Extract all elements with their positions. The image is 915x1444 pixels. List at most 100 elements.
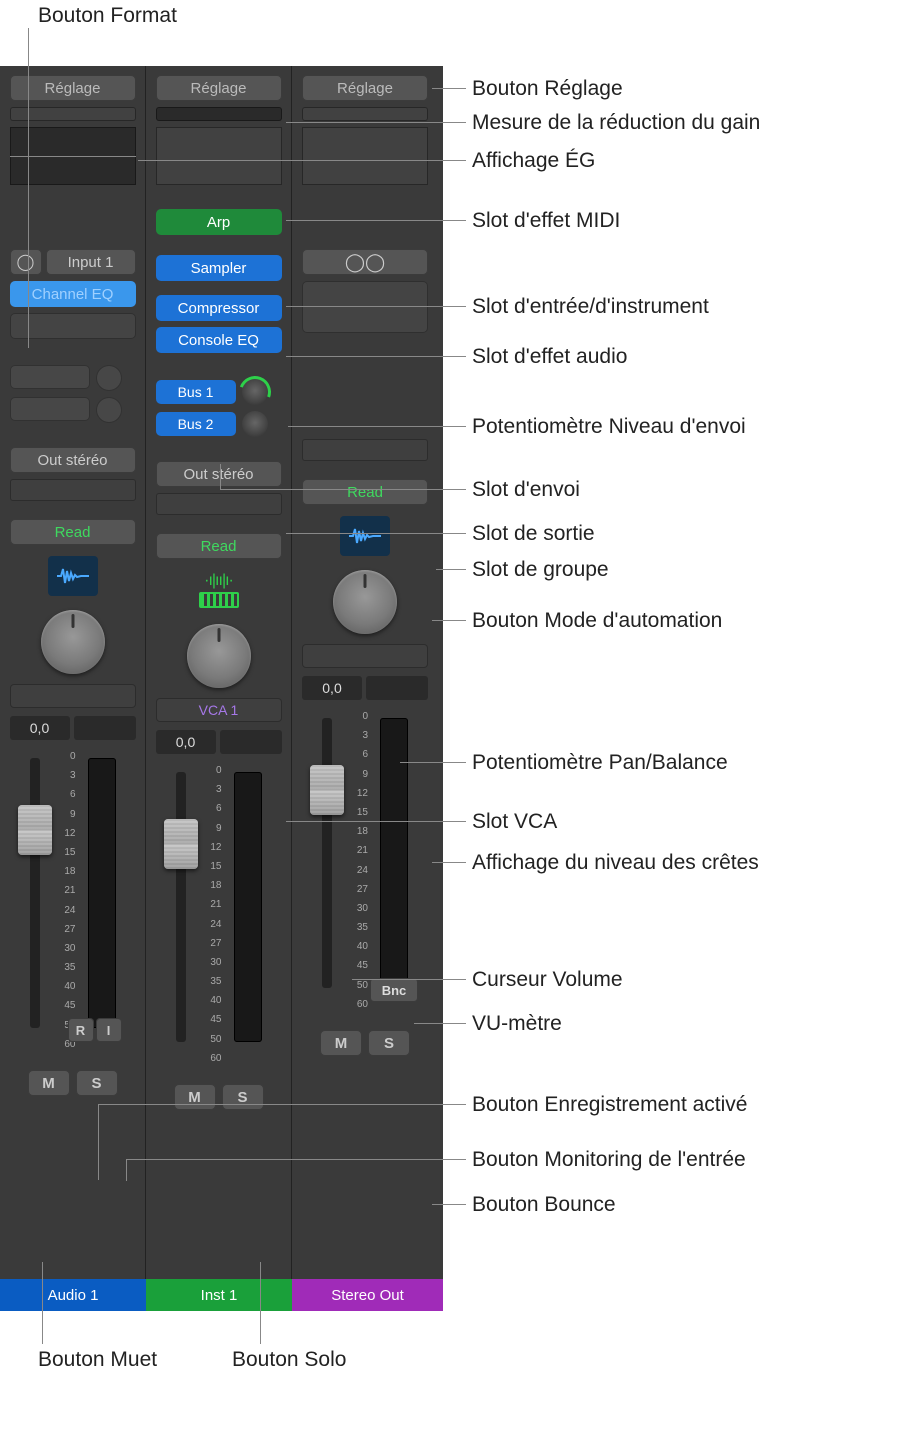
fader-section: 0369 12151821 24273035 40455060 R I [10,750,136,1040]
group-slot[interactable] [10,479,136,501]
input-monitor-button[interactable]: I [96,1018,122,1042]
group-slot[interactable] [156,493,282,515]
leader-line [288,426,466,427]
callout-eq: Affichage ÉG [472,149,595,173]
leader-line [432,88,466,89]
leader-line [400,762,466,763]
pan-knob[interactable] [187,624,251,688]
balance-knob[interactable] [333,570,397,634]
automation-mode-button[interactable]: Read [10,519,136,545]
leader-line [436,569,466,570]
leader-line [126,1159,466,1160]
stereo-format-button[interactable]: ◯◯ [302,249,428,275]
audio-fx-slot[interactable]: Compressor [156,295,282,321]
midi-fx-slot[interactable]: Arp [156,209,282,235]
callout-fader: Curseur Volume [472,968,623,992]
gain-reduction-meter [302,107,428,121]
audio-fx-slot[interactable]: Console EQ [156,327,282,353]
callout-reglage: Bouton Réglage [472,77,623,101]
solo-button[interactable]: S [76,1070,118,1096]
bounce-button[interactable]: Bnc [370,978,418,1002]
fader-section: 0369 12151821 24273035 40455060 [156,764,282,1054]
record-enable-button[interactable]: R [68,1018,94,1042]
leader-line [286,122,466,123]
leader-line [42,1262,43,1344]
format-button[interactable]: ◯ [10,249,42,275]
mixer-panel: Réglage ◯ Input 1 Channel EQ Out stéréo … [0,66,443,1311]
output-slot[interactable]: Out stéréo [10,447,136,473]
vca-slot[interactable] [302,644,428,668]
vca-slot[interactable]: VCA 1 [156,698,282,722]
input-slot[interactable]: Input 1 [46,249,136,275]
callout-send: Slot d'envoi [472,478,580,502]
volume-fader[interactable] [310,765,344,815]
send-level-knob[interactable] [242,379,268,405]
callout-mute: Bouton Muet [38,1348,157,1372]
send-slot[interactable]: Bus 2 [156,412,236,436]
peak-level-display: 0,0 [10,716,70,740]
fader-track [176,772,186,1042]
eq-display[interactable] [156,127,282,185]
send-knob-empty[interactable] [96,365,122,391]
instrument-slot[interactable]: Sampler [156,255,282,281]
track-name[interactable]: Inst 1 [146,1279,292,1311]
level-meter [380,718,408,988]
send-knob-empty[interactable] [96,397,122,423]
setting-button[interactable]: Réglage [302,75,428,101]
eq-display[interactable] [302,127,428,185]
send-slot-empty[interactable] [10,365,90,389]
automation-mode-button[interactable]: Read [302,479,428,505]
automation-mode-button[interactable]: Read [156,533,282,559]
mute-button[interactable]: M [174,1084,216,1110]
group-slot[interactable] [302,439,428,461]
callout-sendknob: Potentiomètre Niveau d'envoi [472,415,746,439]
leader-line [220,489,466,490]
channel-strip-inst1: Réglage Arp Sampler Compressor Console E… [146,66,292,1311]
peak-level-display: 0,0 [302,676,362,700]
send-slot[interactable]: Bus 1 [156,380,236,404]
callout-rec: Bouton Enregistrement activé [472,1093,747,1117]
callout-auto: Bouton Mode d'automation [472,608,722,634]
audio-fx-slot-empty[interactable] [302,281,428,333]
callout-midi: Slot d'effet MIDI [472,209,620,233]
setting-button[interactable]: Réglage [156,75,282,101]
mute-button[interactable]: M [320,1030,362,1056]
callout-fx: Slot d'effet audio [472,345,627,369]
leader-line [126,1159,127,1181]
solo-button[interactable]: S [368,1030,410,1056]
peak-level-clip[interactable] [366,676,428,700]
stereo-rings-icon: ◯◯ [345,252,385,273]
callout-pan: Potentiomètre Pan/Balance [472,751,728,775]
leader-line [28,28,29,348]
track-name[interactable]: Audio 1 [0,1279,146,1311]
output-slot[interactable]: Out stéréo [156,461,282,487]
volume-fader[interactable] [164,819,198,869]
track-type-icon [48,556,98,596]
leader-line [138,160,466,161]
vca-slot[interactable] [10,684,136,708]
leader-line [286,306,466,307]
leader-line [414,1023,466,1024]
leader-line [432,862,466,863]
fader-scale: 0369 12151821 24273035 40455060 [58,752,76,1050]
callout-mon: Bouton Monitoring de l'entrée [472,1148,746,1172]
solo-button[interactable]: S [222,1084,264,1110]
callout-solo: Bouton Solo [232,1348,346,1372]
callout-inst: Slot d'entrée/d'instrument [472,295,709,319]
leader-line [432,1204,466,1205]
pan-knob[interactable] [41,610,105,674]
peak-level-clip[interactable] [74,716,136,740]
callout-format: Bouton Format [38,4,177,28]
channel-strip-stereo-out: Réglage ◯◯ Read 0,0 0369 12151821 242730… [292,66,438,1311]
track-name[interactable]: Stereo Out [292,1279,443,1311]
send-level-knob[interactable] [242,411,268,437]
peak-level-clip[interactable] [220,730,282,754]
leader-line [352,979,466,980]
fader-scale: 0369 12151821 24273035 40455060 [204,766,222,1064]
volume-fader[interactable] [18,805,52,855]
callout-group: Slot de groupe [472,558,609,582]
waveform-icon [347,525,383,547]
send-slot-empty[interactable] [10,397,90,421]
keyboard-icon [199,592,239,608]
mute-button[interactable]: M [28,1070,70,1096]
